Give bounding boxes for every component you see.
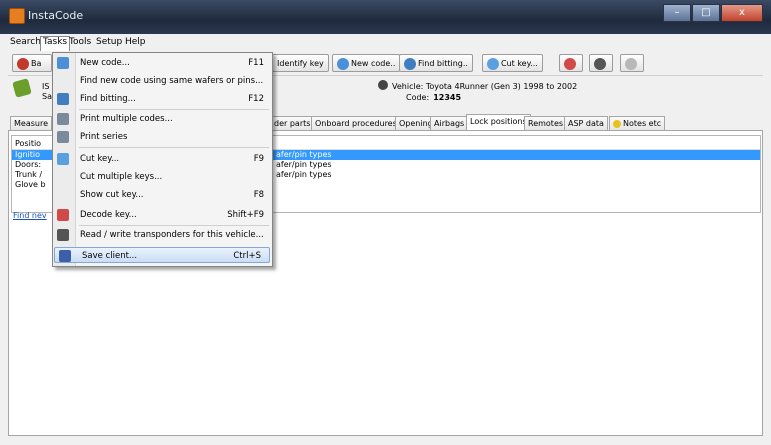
maximize-button[interactable]: □ (692, 4, 720, 22)
menu-tools[interactable]: Tools (69, 37, 91, 47)
menu-item-decode-key[interactable]: Decode key... Shift+F9 (53, 207, 272, 223)
printer-icon (57, 113, 69, 125)
find-bitting-icon (57, 93, 69, 105)
minimize-button[interactable]: – (663, 4, 691, 22)
vehicle-left-line1: IS (42, 82, 50, 91)
vehicle-left-line2: Sa (42, 92, 52, 101)
menu-item-cut-key[interactable]: Cut key... F9 (53, 151, 272, 167)
vehicle-label: Vehicle: Toyota 4Runner (Gen 3) 1998 to … (392, 82, 578, 91)
tab-notes-etc[interactable]: Notes etc (609, 116, 666, 130)
key-icon (337, 57, 349, 70)
menu-separator (79, 147, 269, 148)
menu-item-read-write-transponders[interactable]: Read / write transponders for this vehic… (53, 227, 272, 243)
menu-item-print-series[interactable]: Print series (53, 129, 272, 145)
app-window: InstaCode – □ x Search Tasks Tools Setup… (0, 0, 771, 445)
tab-onboard-procedures[interactable]: Onboard procedures (311, 116, 401, 130)
menu-item-find-bitting[interactable]: Find bitting... F12 (53, 91, 272, 107)
new-code-icon (57, 57, 69, 69)
tasks-dropdown-menu: New code... F11 Find new code using same… (52, 52, 273, 267)
tab-remotes[interactable]: Remotes (524, 116, 568, 130)
cut-key-button[interactable]: Cut key... (482, 54, 543, 72)
bitting-icon (404, 57, 416, 70)
save-disk-icon (59, 250, 71, 262)
tab-measure[interactable]: Measure (10, 116, 52, 130)
scissors-icon (564, 57, 576, 70)
decode-key-icon (57, 209, 69, 221)
menu-item-cut-multiple-keys[interactable]: Cut multiple keys... (53, 169, 272, 185)
menu-item-show-cut-key[interactable]: Show cut key... F8 (53, 187, 272, 203)
code-line: Code: 12345 (406, 93, 461, 102)
printer-icon (57, 131, 69, 143)
forward-button[interactable] (620, 54, 644, 72)
menu-help[interactable]: Help (125, 37, 146, 47)
window-controls: – □ x (663, 4, 763, 22)
menu-item-print-multiple-codes[interactable]: Print multiple codes... (53, 111, 272, 127)
menu-setup[interactable]: Setup (96, 37, 122, 47)
back-arrow-icon (17, 57, 29, 70)
transponder-icon (594, 57, 606, 70)
decode-button[interactable] (559, 54, 583, 72)
cut-key-icon (57, 153, 69, 165)
identify-key-button[interactable]: Identify key (272, 54, 329, 72)
menu-item-new-code[interactable]: New code... F11 (53, 55, 272, 71)
title-bar[interactable]: InstaCode – □ x (0, 0, 771, 34)
menu-item-find-new-code[interactable]: Find new code using same wafers or pins.… (53, 73, 272, 89)
menu-tasks[interactable]: Tasks (40, 36, 71, 51)
window-title: InstaCode (28, 9, 84, 22)
menu-bar: Search Tasks Tools Setup Help (8, 35, 763, 51)
forward-arrow-icon (625, 57, 637, 70)
new-code-button[interactable]: New code.. (332, 54, 401, 72)
menu-separator (79, 225, 269, 226)
tab-order-parts[interactable]: der parts (270, 116, 315, 130)
notes-icon (613, 119, 621, 128)
tab-lock-positions[interactable]: Lock positions (466, 114, 531, 130)
magnifier-icon (487, 57, 499, 70)
tab-asp-data[interactable]: ASP data (564, 116, 608, 130)
menu-separator (79, 109, 269, 110)
close-button[interactable]: x (721, 4, 763, 22)
tab-airbags[interactable]: Airbags (430, 116, 469, 130)
code-value: 12345 (433, 93, 462, 102)
vehicle-book-icon (12, 78, 32, 98)
transponder-small-icon (378, 80, 388, 90)
app-icon (9, 8, 25, 24)
transponder-icon (57, 229, 69, 241)
transponder-button[interactable] (589, 54, 613, 72)
find-bitting-button[interactable]: Find bitting.. (399, 54, 473, 72)
menu-search[interactable]: Search (10, 37, 41, 47)
code-label: Code: (406, 93, 430, 102)
back-button[interactable]: Ba (12, 54, 52, 72)
menu-item-save-client[interactable]: Save client... Ctrl+S (54, 247, 270, 263)
find-new-link[interactable]: Find nev (13, 211, 47, 220)
